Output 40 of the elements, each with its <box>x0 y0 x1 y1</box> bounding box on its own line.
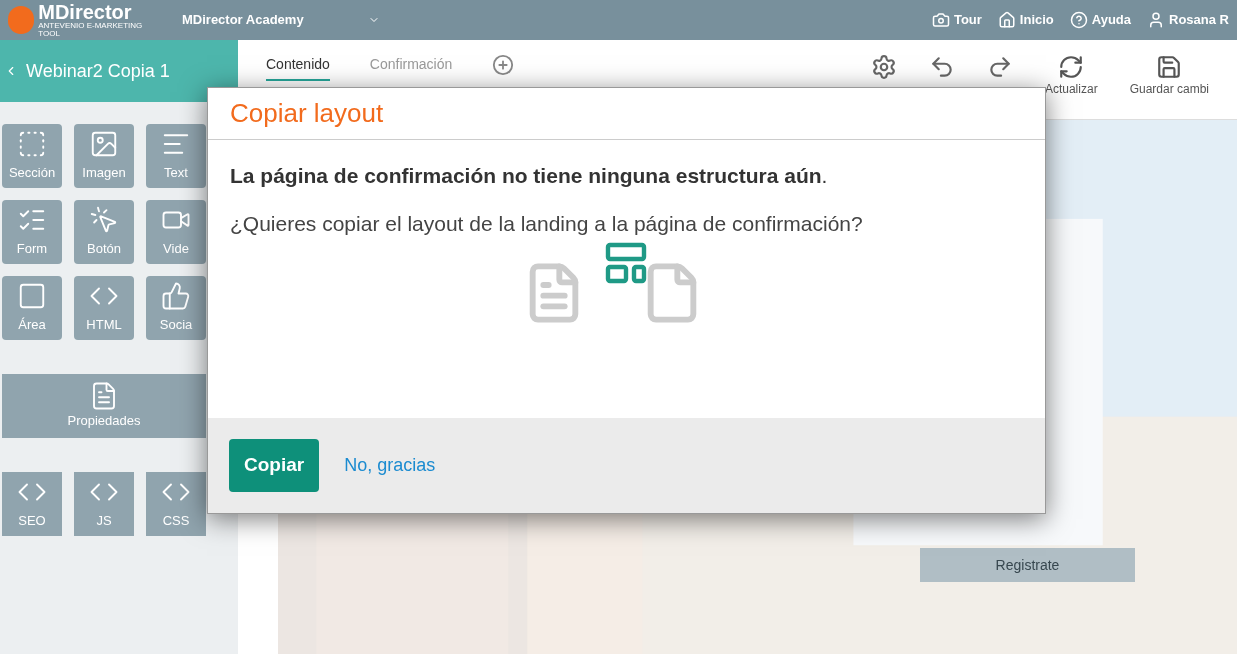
toolbar-action[interactable]: Guardar cambi <box>1129 54 1209 98</box>
thumbs-up-icon <box>161 281 191 312</box>
camera-icon <box>931 11 950 29</box>
save-icon <box>1156 54 1183 80</box>
tool-tile[interactable]: HTML <box>74 276 134 340</box>
nav-link[interactable]: Ayuda <box>1069 10 1132 30</box>
tool-tile[interactable]: Área <box>2 276 62 340</box>
logo-tagline: ANTEVENIO E-MARKETING TOOL <box>38 22 144 38</box>
settings-icon[interactable] <box>870 54 897 80</box>
help-icon <box>1069 11 1088 29</box>
account-dropdown[interactable]: MDirector Academy <box>182 10 380 30</box>
page-tab[interactable]: Confirmación <box>369 54 453 79</box>
tool-tile[interactable]: Botón <box>74 200 134 264</box>
dialog-message: La página de confirmación no tiene ninguna estructura aún. <box>230 163 829 189</box>
tool-tile[interactable]: SEO <box>2 472 62 536</box>
tool-tile[interactable]: Vide <box>146 200 206 264</box>
dialog-title: Copiar layout <box>230 97 384 130</box>
refresh-icon <box>1058 54 1085 80</box>
toolbar-action[interactable]: Actualizar <box>1044 54 1098 98</box>
tool-tile[interactable]: JS <box>74 472 134 536</box>
add-page-icon[interactable] <box>492 54 515 76</box>
logo-icon <box>8 6 35 34</box>
tool-tile[interactable]: Socia <box>146 276 206 340</box>
tool-tile[interactable]: Imagen <box>74 124 134 188</box>
tool-tile[interactable]: Text <box>146 124 206 188</box>
nav-link[interactable]: Inicio <box>997 10 1054 30</box>
page-title: Webinar2 Copia 1 <box>26 59 170 83</box>
tool-tile[interactable]: CSS <box>146 472 206 536</box>
page-tab[interactable]: Contenido <box>266 54 330 81</box>
nav-link[interactable]: Tour <box>931 10 982 30</box>
decline-link[interactable]: No, gracias <box>344 452 436 479</box>
home-icon <box>997 11 1016 29</box>
logo-text: MDirector <box>38 2 133 22</box>
register-button[interactable]: Registrate <box>920 548 1135 582</box>
tool-tile[interactable]: Form <box>2 200 62 264</box>
dialog-question: ¿Quieres copiar el layout de la landing a la página de confirmación? <box>230 210 864 237</box>
properties-tile[interactable]: Propiedades <box>2 374 206 438</box>
tool-tile[interactable]: Sección <box>2 124 62 188</box>
nav-link[interactable]: Rosana R <box>1147 10 1229 30</box>
copy-button[interactable]: Copiar <box>229 439 320 492</box>
